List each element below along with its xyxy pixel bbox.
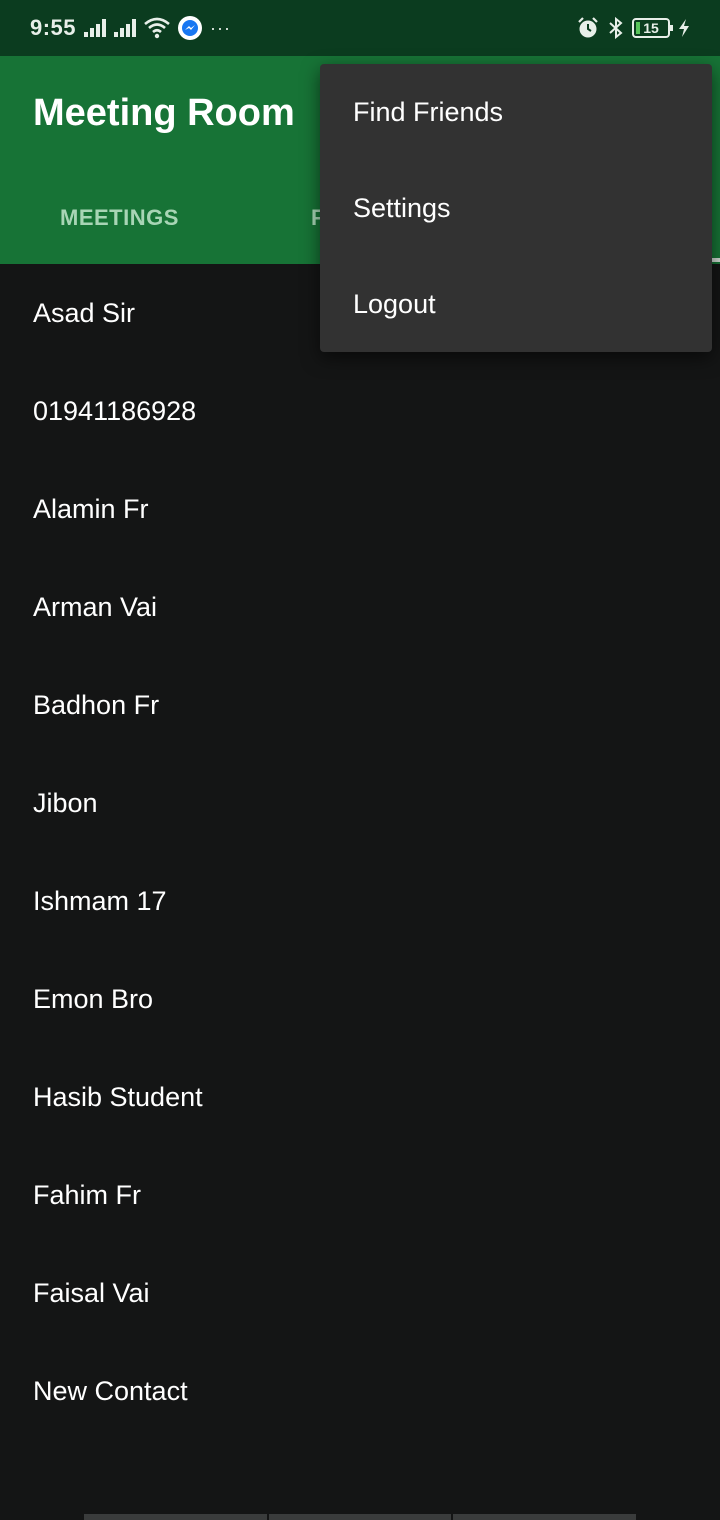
battery-level: 15 <box>643 20 659 36</box>
battery-icon: 15 <box>632 18 673 38</box>
list-item[interactable]: Hasib Student <box>0 1048 720 1146</box>
navigation-bar-hint <box>84 1514 637 1520</box>
nav-segment <box>84 1514 267 1520</box>
status-right: 15 <box>576 16 690 40</box>
charging-icon <box>679 19 689 37</box>
more-notifications-indicator: ··· <box>210 17 232 38</box>
list-item[interactable]: 01941186928 <box>0 362 720 460</box>
list-item[interactable]: Alamin Fr <box>0 460 720 558</box>
screen: 9:55 ··· 15 Meeting Room MEETINGS F Asad… <box>0 0 720 1520</box>
wifi-icon <box>144 17 170 39</box>
status-time: 9:55 <box>30 15 77 40</box>
contacts-list: Asad Sir 01941186928 Alamin Fr Arman Vai… <box>0 264 720 1440</box>
alarm-icon <box>578 17 598 38</box>
menu-item-logout[interactable]: Logout <box>320 256 712 352</box>
status-bar: 9:55 ··· 15 <box>0 0 720 56</box>
list-item[interactable]: New Contact <box>0 1342 720 1440</box>
menu-item-find-friends[interactable]: Find Friends <box>320 64 712 160</box>
menu-item-settings[interactable]: Settings <box>320 160 712 256</box>
tab-meetings[interactable]: MEETINGS <box>60 186 179 264</box>
list-item[interactable]: Fahim Fr <box>0 1146 720 1244</box>
list-item[interactable]: Arman Vai <box>0 558 720 656</box>
nav-segment <box>268 1514 452 1520</box>
signal-icon <box>114 19 137 37</box>
overflow-menu: Find Friends Settings Logout <box>320 64 712 352</box>
status-left: 9:55 ··· <box>30 15 231 41</box>
bluetooth-icon <box>609 16 623 40</box>
signal-icon <box>84 19 107 37</box>
list-item[interactable]: Ishmam 17 <box>0 852 720 950</box>
list-item[interactable]: Faisal Vai <box>0 1244 720 1342</box>
app-title: Meeting Room <box>33 92 295 134</box>
list-item[interactable]: Emon Bro <box>0 950 720 1048</box>
messenger-icon <box>178 16 203 40</box>
list-item[interactable]: Jibon <box>0 754 720 852</box>
nav-segment <box>453 1514 637 1520</box>
list-item[interactable]: Badhon Fr <box>0 656 720 754</box>
